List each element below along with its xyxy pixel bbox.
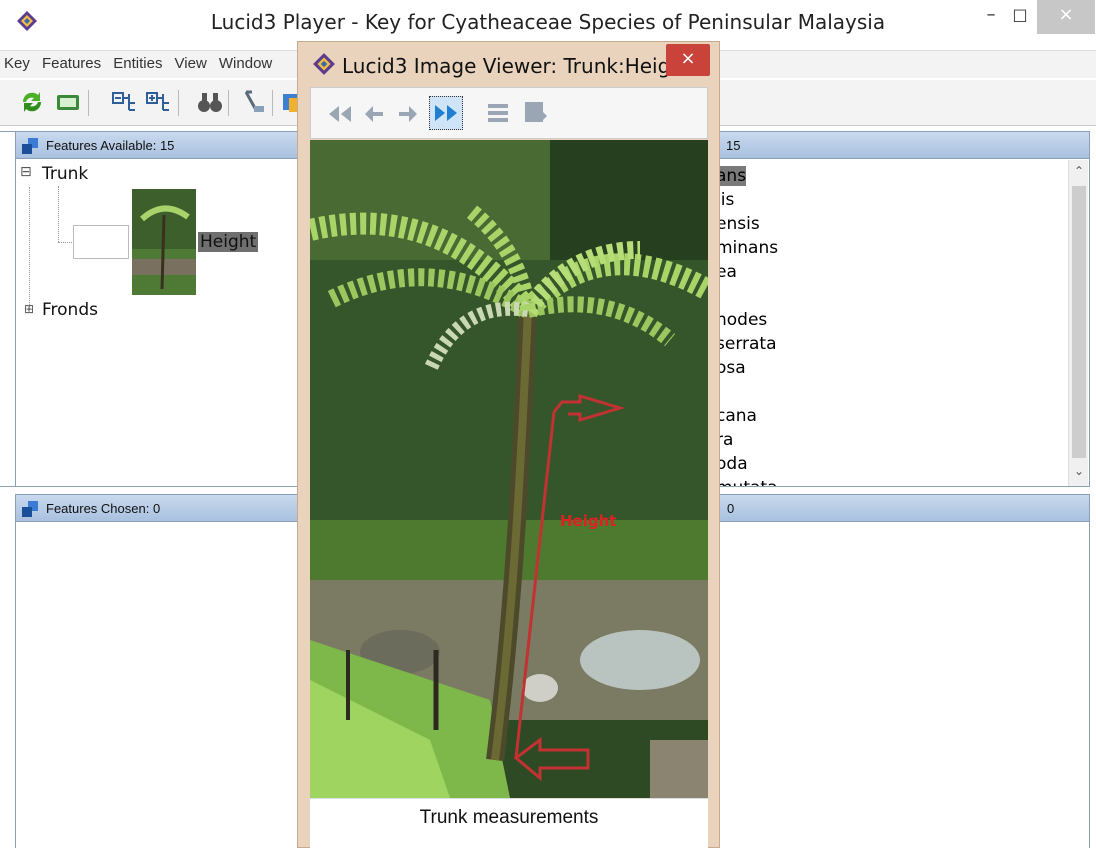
menu-window[interactable]: Window <box>219 55 272 72</box>
maximize-button[interactable]: □ <box>1003 0 1037 34</box>
tree-collapse-icon[interactable] <box>110 88 138 116</box>
image-viewer-dialog: Lucid3 Image Viewer: Trunk:Height × Heig… <box>297 41 720 849</box>
features-icon <box>22 501 38 517</box>
caption-view-icon[interactable] <box>523 100 547 126</box>
close-button[interactable]: × <box>1037 0 1095 34</box>
menu-view[interactable]: View <box>175 55 207 72</box>
last-image-icon <box>435 105 457 121</box>
prune-icon[interactable] <box>240 88 268 116</box>
tree-fern-photo-image <box>310 140 708 798</box>
scrollbar-thumb[interactable] <box>1072 186 1086 458</box>
entity-label-selected: ans <box>716 166 747 186</box>
window-title: Lucid3 Player - Key for Cyatheaceae Spec… <box>210 10 886 34</box>
menu-key[interactable]: Key <box>4 55 30 72</box>
tree-expand-icon[interactable] <box>144 88 172 116</box>
tree-fern-photo: Height <box>310 140 708 798</box>
features-chosen-title: Features Chosen: 0 <box>46 501 161 516</box>
features-chosen-header: Features Chosen: 0 <box>16 495 304 522</box>
lucid-app-icon <box>313 53 335 75</box>
last-image-button[interactable] <box>429 96 463 130</box>
folder-icon[interactable] <box>54 88 82 116</box>
scroll-up-icon[interactable]: ⌃ <box>1071 164 1087 178</box>
next-image-icon[interactable] <box>397 102 419 126</box>
thumbnail-view-icon[interactable] <box>487 102 509 124</box>
scroll-down-icon[interactable]: ⌄ <box>1071 464 1087 478</box>
binoculars-icon[interactable] <box>196 88 224 116</box>
entities-discarded-count: 0 <box>727 501 735 516</box>
menu-entities[interactable]: Entities <box>113 55 162 72</box>
restart-icon[interactable] <box>18 88 46 116</box>
toolbar-separator <box>272 90 273 116</box>
menu-features[interactable]: Features <box>42 55 101 72</box>
image-viewer-toolbar <box>310 87 708 139</box>
toolbar-separator <box>228 90 229 116</box>
vertical-scrollbar[interactable]: ⌃ ⌄ <box>1068 160 1088 486</box>
toolbar-separator <box>88 90 89 116</box>
previous-image-icon[interactable] <box>363 102 385 126</box>
image-viewer-title: Lucid3 Image Viewer: Trunk:Height <box>342 54 691 78</box>
entities-discarded-panel: 0 <box>706 494 1090 848</box>
entities-discarded-header: 0 <box>707 495 1089 522</box>
main-window: Lucid3 Player - Key for Cyatheaceae Spec… <box>0 0 1096 849</box>
entities-remaining-count: 15 <box>726 138 741 153</box>
entities-remaining-header: 15 <box>706 132 1089 159</box>
features-chosen-panel: Features Chosen: 0 <box>15 494 305 848</box>
image-caption: Trunk measurements <box>310 798 708 849</box>
toolbar-separator <box>178 90 179 116</box>
image-viewer-close-button[interactable]: × <box>666 44 710 76</box>
first-image-icon[interactable] <box>325 102 353 126</box>
photo-height-label: Height <box>560 512 617 530</box>
